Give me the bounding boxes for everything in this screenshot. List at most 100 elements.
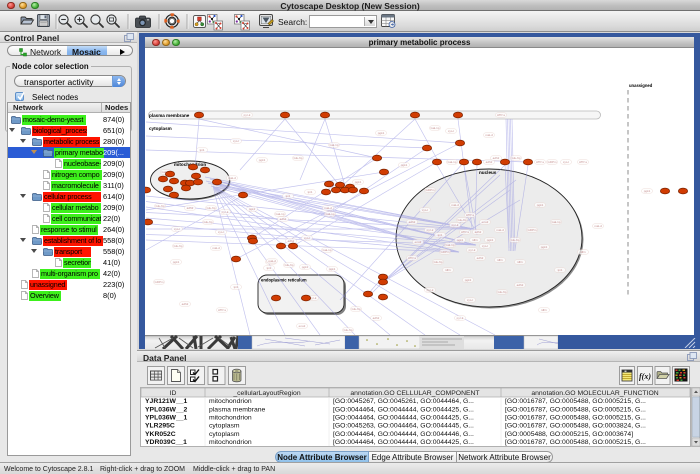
svg-text:Glu-6p: Glu-6p: [155, 204, 164, 208]
svg-text:pgk1: pgk1: [249, 207, 256, 211]
svg-text:pgk1: pgk1: [355, 180, 362, 184]
svg-text:f(x): f(x): [639, 372, 651, 381]
svg-text:cyt-c: cyt-c: [174, 227, 181, 231]
svg-text:cyt-c: cyt-c: [233, 139, 240, 143]
svg-text:eno2: eno2: [482, 220, 489, 224]
svg-text:mal-d: mal-d: [228, 176, 236, 180]
svg-text:annotation.GO CELLULAR_COMPONE: annotation.GO CELLULAR_COMPONENT: [350, 390, 479, 397]
svg-text:adh2: adh2: [517, 283, 524, 287]
svg-text:pgk1: pgk1: [378, 131, 385, 135]
svg-text:pyr-k: pyr-k: [457, 316, 464, 320]
svg-text:YDR039C__1: YDR039C__1: [145, 439, 187, 446]
svg-text:[GO:0045263, GO:0044464, GO:00: [GO:0045263, GO:0044464, GO:0044445, G..…: [333, 423, 474, 430]
svg-text:Gal-1p: Gal-1p: [325, 212, 334, 216]
svg-text:mal-d: mal-d: [451, 203, 459, 207]
svg-text:annotation.GO MOLECULAR_FUNCTI: annotation.GO MOLECULAR_FUNCTION: [531, 390, 658, 397]
svg-text:adh2: adh2: [280, 217, 287, 221]
svg-text:_cellularLayoutRegion: _cellularLayoutRegion: [232, 390, 300, 397]
svg-text:[GO:0044464, GO:0044444, GO:00: [GO:0044464, GO:0044444, GO:0044425, G..…: [333, 415, 474, 422]
svg-text:GDPm: GDPm: [155, 280, 165, 284]
svg-text:eno2: eno2: [299, 324, 306, 328]
svg-text:ATP-s: ATP-s: [408, 256, 417, 260]
svg-text:pgk1: pgk1: [302, 265, 309, 269]
svg-text:ATP-s: ATP-s: [497, 113, 506, 117]
svg-text:mitochondrion: mitochondrion: [209, 415, 252, 422]
svg-text:idh1: idh1: [541, 308, 547, 312]
svg-text:Gal-1p: Gal-1p: [329, 143, 338, 147]
svg-text:cytoplasm: cytoplasm: [149, 126, 172, 131]
svg-text:ATP-s: ATP-s: [579, 160, 588, 164]
svg-text:tpi1: tpi1: [286, 194, 291, 198]
svg-text:Glu-6p: Glu-6p: [293, 156, 302, 160]
svg-text:[GO:0044464, GO:0044444, GO:00: [GO:0044464, GO:0044444, GO:0044446, G..…: [333, 431, 474, 438]
svg-text:GDPm: GDPm: [441, 250, 451, 254]
svg-text:GDPm: GDPm: [528, 228, 538, 232]
svg-text:pyr-k: pyr-k: [427, 228, 434, 232]
svg-text:cyt-c: cyt-c: [563, 160, 570, 164]
svg-text:Glu-6p: Glu-6p: [433, 260, 442, 264]
svg-text:pgk1: pgk1: [401, 163, 408, 167]
svg-text:pyr-k: pyr-k: [222, 210, 229, 214]
svg-text:cyt-c: cyt-c: [218, 230, 225, 234]
svg-text:tpi1: tpi1: [200, 148, 205, 152]
svg-text:adh2: adh2: [475, 230, 482, 234]
svg-text:Glu-6p: Glu-6p: [457, 218, 466, 222]
svg-text:[GO:0044464, GO:0044444, GO:00: [GO:0044464, GO:0044444, GO:0044425, G..…: [333, 406, 474, 413]
svg-text:[GO:0016787, GO:0005488, GO:00: [GO:0016787, GO:0005488, GO:0005215, G..…: [505, 398, 646, 405]
svg-text:tpi1: tpi1: [308, 190, 313, 194]
svg-text:idh1: idh1: [497, 258, 503, 262]
svg-text:Gal-1p: Gal-1p: [447, 160, 456, 164]
svg-text:adh2: adh2: [182, 302, 189, 306]
svg-text:ID: ID: [170, 390, 177, 397]
svg-text:adh2: adh2: [477, 256, 484, 260]
svg-text:YPL036W__1: YPL036W__1: [145, 415, 188, 422]
svg-text:Glu-6p: Glu-6p: [351, 307, 360, 311]
svg-text:[GO:0016787, GO:0005488, GO:00: [GO:0016787, GO:0005488, GO:0005215, G..…: [505, 415, 646, 422]
svg-text:YLR295C: YLR295C: [145, 423, 175, 430]
svg-text:idh1: idh1: [517, 260, 523, 264]
svg-text:cytoplasm: cytoplasm: [209, 423, 240, 430]
svg-text:tpi1: tpi1: [234, 285, 239, 289]
svg-text:YJR121W__1: YJR121W__1: [145, 398, 188, 405]
svg-text:tpi1: tpi1: [438, 233, 443, 237]
svg-text:pgk1: pgk1: [465, 278, 472, 282]
svg-text:tpi1: tpi1: [558, 268, 563, 272]
svg-text:idh1: idh1: [580, 250, 586, 254]
svg-text:pgk1: pgk1: [457, 238, 464, 242]
svg-text:[GO:0045267, GO:0045261, GO:00: [GO:0045267, GO:0045261, GO:0044464, G..…: [333, 398, 474, 405]
svg-text:adh2: adh2: [187, 206, 194, 210]
svg-text:mal-d: mal-d: [594, 224, 602, 228]
svg-text:YKR052C: YKR052C: [145, 431, 176, 438]
svg-text:mal-d: mal-d: [485, 133, 493, 137]
svg-text:cyt-c: cyt-c: [304, 236, 311, 240]
svg-text:Glu-6p: Glu-6p: [511, 156, 520, 160]
svg-text:ATP-s: ATP-s: [218, 308, 227, 312]
svg-text:cytoplasm: cytoplasm: [209, 431, 240, 438]
svg-text:unassigned: unassigned: [629, 83, 653, 88]
svg-text:cyt-c: cyt-c: [448, 129, 455, 133]
svg-text:Glu-6p: Glu-6p: [284, 263, 293, 267]
svg-text:adh2: adh2: [288, 239, 295, 243]
svg-text:Glu-6p: Glu-6p: [206, 206, 215, 210]
svg-text:cyt-c: cyt-c: [467, 298, 474, 302]
svg-text:mal-d: mal-d: [496, 228, 504, 232]
svg-text:idh1: idh1: [472, 238, 478, 242]
svg-text:pgk1: pgk1: [537, 203, 544, 207]
svg-text:adh2: adh2: [409, 220, 416, 224]
svg-text:pgk1: pgk1: [259, 158, 266, 162]
svg-text:plasma membrane: plasma membrane: [149, 113, 190, 118]
svg-text:idh1: idh1: [445, 268, 451, 272]
svg-text:mal-d: mal-d: [268, 259, 276, 263]
svg-text:[GO:0044464, GO:0044444, GO:00: [GO:0044464, GO:0044444, GO:0044425, G..…: [333, 439, 474, 446]
svg-text:[GO:0016787, GO:0005488, GO:00: [GO:0016787, GO:0005488, GO:0005215, G..…: [505, 439, 646, 446]
svg-text:adh2: adh2: [373, 316, 380, 320]
svg-text:mitochondrion: mitochondrion: [209, 439, 252, 446]
svg-text:YPL036W__2: YPL036W__2: [145, 406, 188, 413]
svg-text:[GO:0016787, GO:0005488, GO:00: [GO:0016787, GO:0005488, GO:0005215, G..…: [505, 406, 646, 413]
svg-text:pgk1: pgk1: [173, 260, 180, 264]
svg-text:pgk1: pgk1: [541, 245, 548, 249]
svg-text:Glu-6p: Glu-6p: [497, 290, 506, 294]
svg-text:ATP-s: ATP-s: [466, 213, 475, 217]
svg-text:endoplasmic reticulum: endoplasmic reticulum: [261, 278, 307, 283]
svg-text:nucleus: nucleus: [479, 170, 497, 175]
